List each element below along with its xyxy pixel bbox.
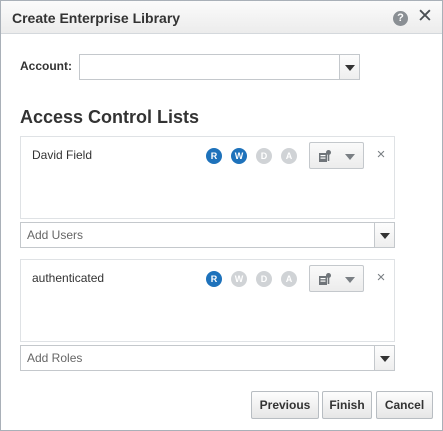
account-select[interactable] bbox=[79, 54, 360, 80]
remove-entry-icon[interactable]: × bbox=[375, 146, 387, 164]
user-role-icon bbox=[319, 150, 331, 162]
previous-button[interactable]: Previous bbox=[251, 391, 319, 419]
users-acl-list: David Field R W D A × bbox=[20, 136, 395, 219]
role-menu-button[interactable] bbox=[309, 142, 364, 169]
permission-write-icon[interactable]: W bbox=[231, 271, 247, 287]
finish-button[interactable]: Finish bbox=[322, 391, 372, 419]
dialog-title: Create Enterprise Library bbox=[12, 10, 181, 26]
acl-section-title: Access Control Lists bbox=[20, 107, 200, 127]
account-dropdown-button[interactable] bbox=[339, 55, 359, 79]
help-icon[interactable]: ? bbox=[393, 11, 408, 26]
add-roles-input[interactable] bbox=[21, 346, 375, 370]
permission-admin-icon[interactable]: A bbox=[281, 271, 297, 287]
remove-entry-icon[interactable]: × bbox=[375, 269, 387, 287]
permission-read-icon[interactable]: R bbox=[206, 148, 222, 164]
add-users-input[interactable] bbox=[21, 223, 375, 247]
chevron-down-icon bbox=[380, 356, 390, 362]
permission-write-icon[interactable]: W bbox=[231, 148, 247, 164]
add-users-field[interactable] bbox=[20, 222, 395, 248]
chevron-down-icon bbox=[345, 65, 355, 71]
create-library-dialog: Create Enterprise Library ? ✕ Account: A… bbox=[0, 0, 443, 431]
add-roles-field[interactable] bbox=[20, 345, 395, 371]
chevron-down-icon bbox=[345, 277, 355, 283]
user-role-icon bbox=[319, 273, 331, 285]
permission-delete-icon[interactable]: D bbox=[256, 148, 272, 164]
cancel-button[interactable]: Cancel bbox=[376, 391, 433, 419]
chevron-down-icon bbox=[380, 233, 390, 239]
add-users-dropdown-button[interactable] bbox=[374, 223, 394, 247]
roles-acl-list: authenticated R W D A × bbox=[20, 259, 395, 342]
permission-read-icon[interactable]: R bbox=[206, 271, 222, 287]
acl-entry-name: David Field bbox=[32, 148, 93, 162]
acl-entry-name: authenticated bbox=[32, 271, 105, 285]
role-menu-button[interactable] bbox=[309, 265, 364, 292]
close-icon[interactable]: ✕ bbox=[417, 7, 433, 27]
account-label: Account: bbox=[20, 59, 72, 73]
permission-delete-icon[interactable]: D bbox=[256, 271, 272, 287]
permission-admin-icon[interactable]: A bbox=[281, 148, 297, 164]
chevron-down-icon bbox=[345, 154, 355, 160]
dialog-titlebar: Create Enterprise Library ? ✕ bbox=[1, 1, 442, 34]
add-roles-dropdown-button[interactable] bbox=[374, 346, 394, 370]
